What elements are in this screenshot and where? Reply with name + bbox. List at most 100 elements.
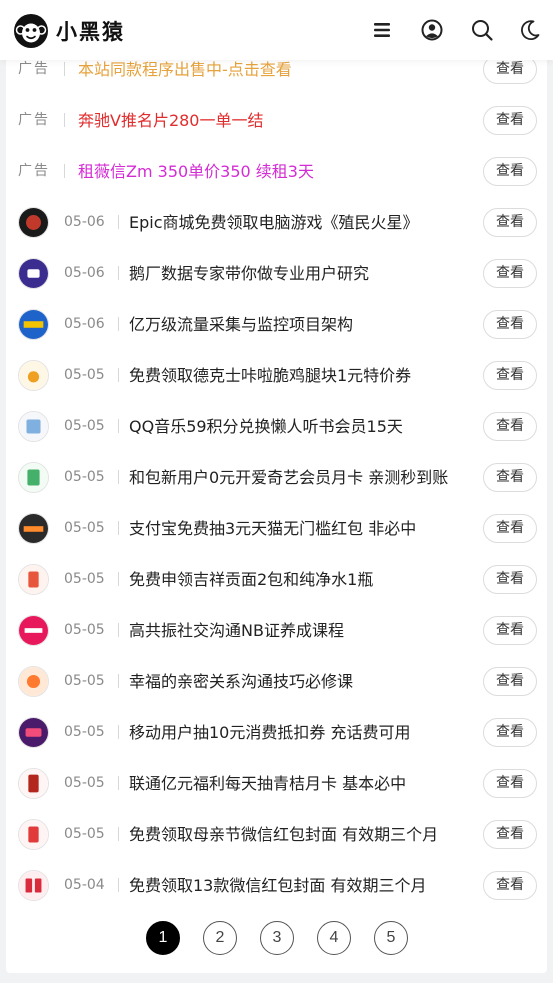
separator xyxy=(118,674,119,688)
view-button[interactable]: 查看 xyxy=(483,208,537,237)
view-button[interactable]: 查看 xyxy=(483,310,537,339)
view-button[interactable]: 查看 xyxy=(483,718,537,747)
post-title[interactable]: Epic商城免费领取电脑游戏《殖民火星》 xyxy=(129,197,479,248)
view-button[interactable]: 查看 xyxy=(483,616,537,645)
page-4-button[interactable]: 4 xyxy=(317,921,351,955)
separator xyxy=(118,368,119,382)
page-2-button[interactable]: 2 xyxy=(203,921,237,955)
post-thumbnail[interactable] xyxy=(18,666,49,697)
site-name: 小黑猿 xyxy=(56,20,125,44)
post-thumbnail[interactable] xyxy=(18,768,49,799)
post-date: 05-05 xyxy=(64,520,105,536)
post-title[interactable]: 免费领取13款微信红包封面 有效期三个月 xyxy=(129,860,479,911)
view-button[interactable]: 查看 xyxy=(483,361,537,390)
post-thumbnail[interactable] xyxy=(18,717,49,748)
separator xyxy=(118,266,119,280)
view-button[interactable]: 查看 xyxy=(483,667,537,696)
post-date: 05-05 xyxy=(64,418,105,434)
ad-tag: 广告 xyxy=(18,163,50,179)
post-thumbnail[interactable] xyxy=(18,309,49,340)
separator xyxy=(118,572,119,586)
view-button[interactable]: 查看 xyxy=(483,769,537,798)
ad-link[interactable]: 奔驰Ⅴ推名片280一单一结 xyxy=(78,95,428,146)
list-item[interactable]: 05-05 幸福的亲密关系沟通技巧必修课 查看 xyxy=(6,656,547,707)
top-header: 小黑猿 xyxy=(0,0,553,60)
separator xyxy=(118,623,119,637)
page-3-button[interactable]: 3 xyxy=(260,921,294,955)
list-item[interactable]: 05-05 免费申领吉祥贡面2包和纯净水1瓶 查看 xyxy=(6,554,547,605)
list-item[interactable]: 05-05 支付宝免费抽3元天猫无门槛红包 非必中 查看 xyxy=(6,503,547,554)
post-title[interactable]: 免费申领吉祥贡面2包和纯净水1瓶 xyxy=(129,554,479,605)
post-title[interactable]: 高共振社交沟通NB证养成课程 xyxy=(129,605,479,656)
list-item[interactable]: 05-05 QQ音乐59积分兑换懒人听书会员15天 查看 xyxy=(6,401,547,452)
site-logo[interactable]: 小黑猿 xyxy=(14,14,125,48)
post-date: 05-05 xyxy=(64,775,105,791)
ad-row[interactable]: 广告 租薇信Zm 350单价350 续租3天 查看 xyxy=(6,146,547,197)
post-title[interactable]: 幸福的亲密关系沟通技巧必修课 xyxy=(129,656,479,707)
ad-row[interactable]: 广告 奔驰Ⅴ推名片280一单一结 查看 xyxy=(6,95,547,146)
post-title[interactable]: 免费领取母亲节微信红包封面 有效期三个月 xyxy=(129,809,479,860)
separator xyxy=(118,827,119,841)
ad-tag: 广告 xyxy=(18,112,50,128)
list-item[interactable]: 05-05 免费领取母亲节微信红包封面 有效期三个月 查看 xyxy=(6,809,547,860)
post-date: 05-06 xyxy=(64,316,105,332)
menu-icon[interactable] xyxy=(370,18,394,42)
post-thumbnail[interactable] xyxy=(18,564,49,595)
list-item[interactable]: 05-05 免费领取德克士咔啦脆鸡腿块1元特价券 查看 xyxy=(6,350,547,401)
moon-icon[interactable] xyxy=(518,18,542,42)
post-thumbnail[interactable] xyxy=(18,207,49,238)
post-thumbnail[interactable] xyxy=(18,819,49,850)
post-date: 05-05 xyxy=(64,571,105,587)
list-item[interactable]: 05-06 Epic商城免费领取电脑游戏《殖民火星》 查看 xyxy=(6,197,547,248)
page-1-button[interactable]: 1 xyxy=(146,921,180,955)
list-item[interactable]: 05-06 亿万级流量采集与监控项目架构 查看 xyxy=(6,299,547,350)
pagination: 1 2 3 4 5 xyxy=(146,921,416,955)
search-icon[interactable] xyxy=(470,18,494,42)
post-date: 05-05 xyxy=(64,826,105,842)
post-title[interactable]: 亿万级流量采集与监控项目架构 xyxy=(129,299,479,350)
post-thumbnail[interactable] xyxy=(18,360,49,391)
list-item[interactable]: 05-05 高共振社交沟通NB证养成课程 查看 xyxy=(6,605,547,656)
ad-link[interactable]: 租薇信Zm 350单价350 续租3天 xyxy=(78,146,428,197)
post-title[interactable]: 和包新用户0元开爱奇艺会员月卡 亲测秒到账 xyxy=(129,452,479,503)
view-button[interactable]: 查看 xyxy=(483,871,537,900)
post-title[interactable]: 免费领取德克士咔啦脆鸡腿块1元特价券 xyxy=(129,350,479,401)
post-title[interactable]: 移动用户抽10元消费抵扣券 充话费可用 xyxy=(129,707,479,758)
post-thumbnail[interactable] xyxy=(18,513,49,544)
post-date: 05-05 xyxy=(64,622,105,638)
separator xyxy=(118,521,119,535)
separator xyxy=(118,419,119,433)
list-item[interactable]: 05-05 联通亿元福利每天抽青桔月卡 基本必中 查看 xyxy=(6,758,547,809)
post-date: 05-05 xyxy=(64,367,105,383)
post-title[interactable]: 联通亿元福利每天抽青桔月卡 基本必中 xyxy=(129,758,479,809)
view-button[interactable]: 查看 xyxy=(483,412,537,441)
post-title[interactable]: QQ音乐59积分兑换懒人听书会员15天 xyxy=(129,401,479,452)
post-title[interactable]: 支付宝免费抽3元天猫无门槛红包 非必中 xyxy=(129,503,479,554)
list-item[interactable]: 05-04 免费领取13款微信红包封面 有效期三个月 查看 xyxy=(6,860,547,911)
page-5-button[interactable]: 5 xyxy=(374,921,408,955)
view-button[interactable]: 查看 xyxy=(483,463,537,492)
separator xyxy=(118,317,119,331)
separator xyxy=(64,62,65,76)
post-date: 05-05 xyxy=(64,673,105,689)
list-item[interactable]: 05-06 鹅厂数据专家带你做专业用户研究 查看 xyxy=(6,248,547,299)
view-button[interactable]: 查看 xyxy=(483,514,537,543)
view-button[interactable]: 查看 xyxy=(483,820,537,849)
post-thumbnail[interactable] xyxy=(18,462,49,493)
post-thumbnail[interactable] xyxy=(18,258,49,289)
post-thumbnail[interactable] xyxy=(18,870,49,901)
separator xyxy=(118,725,119,739)
view-button[interactable]: 查看 xyxy=(483,259,537,288)
list-item[interactable]: 05-05 移动用户抽10元消费抵扣券 充话费可用 查看 xyxy=(6,707,547,758)
view-button[interactable]: 查看 xyxy=(483,157,537,186)
separator xyxy=(118,470,119,484)
post-title[interactable]: 鹅厂数据专家带你做专业用户研究 xyxy=(129,248,479,299)
list-item[interactable]: 05-05 和包新用户0元开爱奇艺会员月卡 亲测秒到账 查看 xyxy=(6,452,547,503)
post-thumbnail[interactable] xyxy=(18,411,49,442)
separator xyxy=(118,215,119,229)
view-button[interactable]: 查看 xyxy=(483,106,537,135)
post-date: 05-05 xyxy=(64,724,105,740)
user-icon[interactable] xyxy=(420,18,444,42)
post-thumbnail[interactable] xyxy=(18,615,49,646)
view-button[interactable]: 查看 xyxy=(483,565,537,594)
